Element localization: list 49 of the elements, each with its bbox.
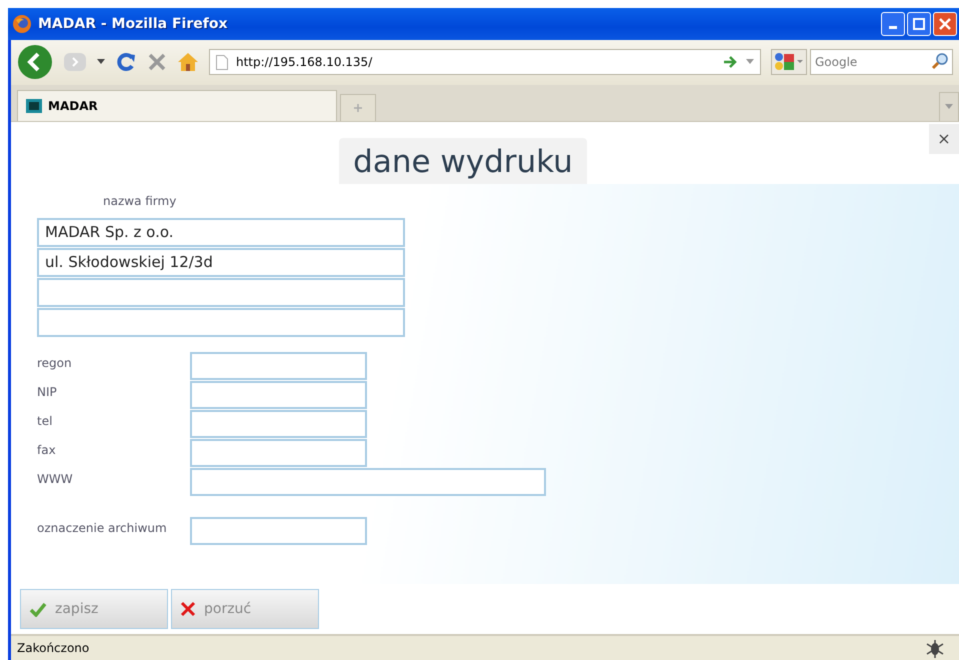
search-engine-icon[interactable] (771, 49, 807, 76)
tab-list-button[interactable] (939, 92, 959, 121)
stop-button[interactable] (147, 52, 167, 72)
dropdown-arrow-icon[interactable] (97, 59, 105, 66)
site-favicon-icon (26, 98, 42, 113)
text-field[interactable] (190, 352, 367, 380)
minimize-icon (889, 26, 897, 29)
field-label: nazwa firmy (103, 194, 178, 208)
text-field[interactable] (190, 380, 367, 409)
close-button[interactable]: × (929, 124, 959, 154)
text-field[interactable] (190, 438, 367, 467)
maximize-button[interactable] (907, 12, 931, 36)
field-label: regon (37, 354, 73, 370)
text-field[interactable] (190, 468, 546, 496)
company-name-field[interactable] (37, 308, 405, 337)
status-text: Zakończono (17, 640, 90, 655)
close-icon (180, 600, 196, 617)
field-label: fax (37, 442, 57, 457)
field-label: oznaczenie archiwum (37, 520, 168, 535)
plus-icon (353, 102, 363, 113)
company-name-field[interactable] (37, 278, 405, 307)
dialog-title: dane wydruku (339, 138, 587, 184)
window-title: MADAR - Mozilla Firefox (38, 16, 228, 32)
minimize-button[interactable] (881, 12, 905, 36)
close-icon (939, 18, 951, 30)
bug-icon (925, 638, 945, 658)
checkmark-icon (29, 600, 47, 617)
address-field[interactable]: http://195.168.10.135/ (209, 49, 761, 76)
maximize-icon (913, 18, 925, 30)
field-label: tel (37, 412, 54, 428)
reload-button[interactable] (115, 51, 137, 74)
home-button[interactable] (177, 52, 199, 72)
page-icon (216, 54, 228, 70)
firefox-logo-icon (12, 14, 32, 34)
go-arrow-icon[interactable] (724, 56, 738, 68)
company-name-field[interactable]: ul. Skłodowskiej 12/3d (37, 248, 405, 277)
search-icon[interactable] (931, 52, 949, 70)
text-field[interactable] (190, 410, 367, 438)
url-text: http://195.168.10.135/ (236, 55, 374, 70)
dropdown-arrow-icon (945, 104, 953, 110)
back-button[interactable] (17, 44, 53, 80)
company-name-field[interactable]: MADAR Sp. z o.o. (37, 218, 405, 247)
browser-tab[interactable]: MADAR (17, 90, 337, 121)
text-field[interactable] (190, 516, 367, 545)
new-tab-button[interactable] (340, 94, 376, 121)
field-label: NIP (37, 384, 58, 399)
field-label: WWW (37, 470, 74, 486)
close-button[interactable] (933, 12, 957, 36)
search-field[interactable]: Google (810, 49, 953, 76)
